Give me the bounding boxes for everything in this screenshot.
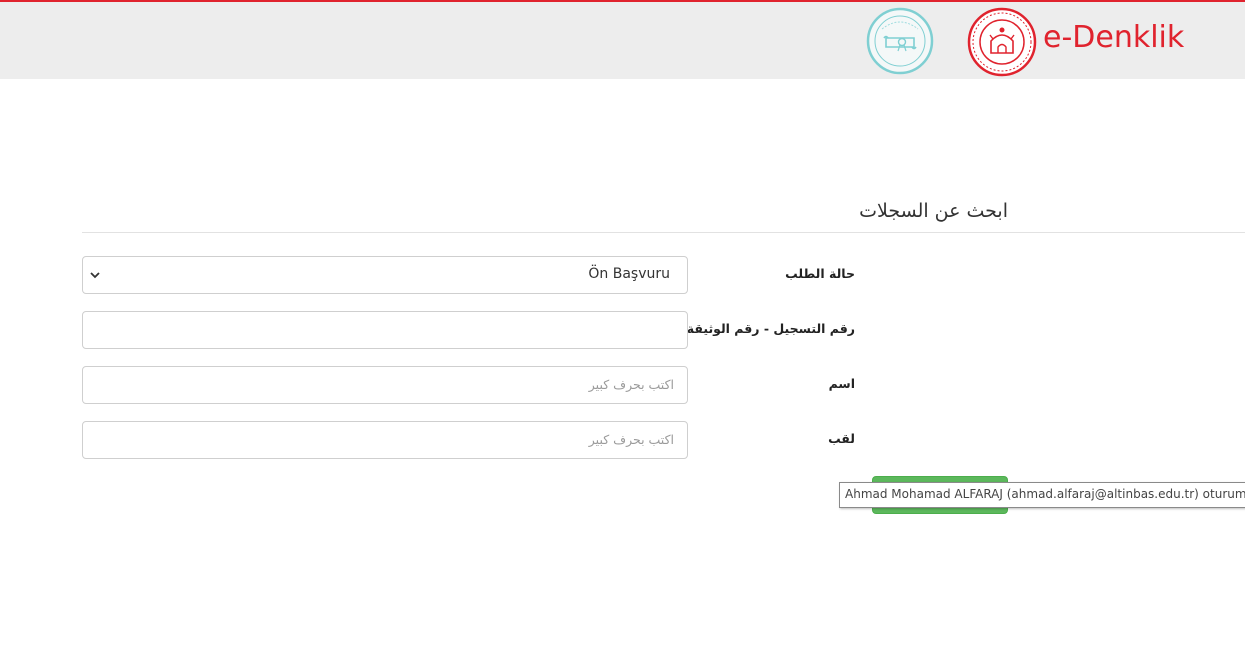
status-select-value: Ön Başvuru	[588, 266, 670, 282]
status-select[interactable]: Ön Başvuru	[82, 256, 688, 294]
user-session-tooltip: Ahmad Mohamad ALFARAJ (ahmad.alfaraj@alt…	[839, 482, 1245, 508]
ministry-emblem-logo-icon[interactable]	[967, 7, 1037, 77]
page-header: e-Denklik	[0, 2, 1245, 79]
surname-input[interactable]: اكتب بحرف كبير	[82, 421, 688, 459]
name-placeholder: اكتب بحرف كبير	[588, 377, 674, 392]
name-input[interactable]: اكتب بحرف كبير	[82, 366, 688, 404]
brand-title[interactable]: e-Denklik	[1043, 18, 1184, 58]
title-divider	[82, 232, 1245, 233]
surname-placeholder: اكتب بحرف كبير	[588, 432, 674, 447]
chevron-down-icon	[90, 272, 100, 279]
diploma-seal-logo-icon[interactable]	[866, 7, 934, 75]
registration-number-input[interactable]	[82, 311, 688, 349]
page-title: ابحث عن السجلات	[859, 200, 1008, 222]
